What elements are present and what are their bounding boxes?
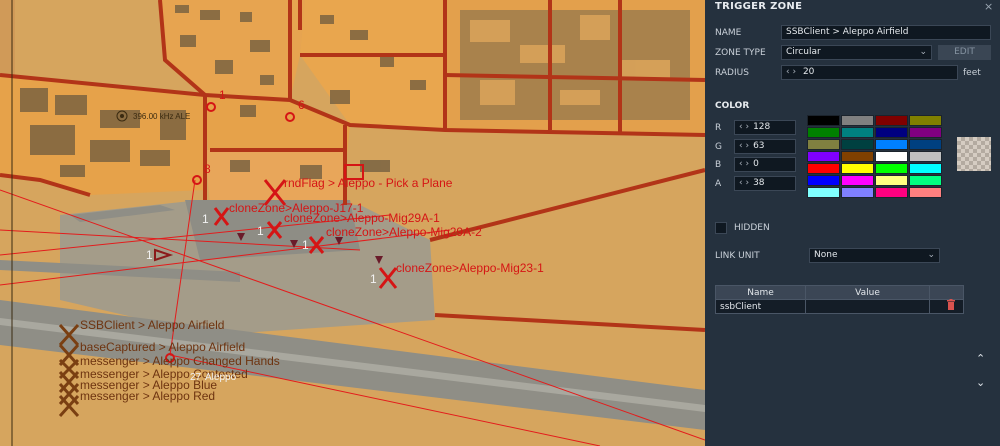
color-swatch[interactable] bbox=[841, 163, 874, 174]
aircraft-count: 1 bbox=[302, 238, 309, 252]
row-value-cell[interactable] bbox=[805, 299, 930, 314]
radius-unit: feet bbox=[963, 68, 981, 78]
chevron-down-icon: ⌄ bbox=[919, 47, 927, 57]
color-swatch[interactable] bbox=[909, 127, 942, 138]
color-swatch[interactable] bbox=[841, 151, 874, 162]
col-header-value: Value bbox=[805, 285, 930, 300]
color-swatch[interactable] bbox=[909, 151, 942, 162]
color-swatch[interactable] bbox=[875, 139, 908, 150]
zone-label-msg-changed[interactable]: messenger > Aleppo Changed Hands bbox=[80, 354, 280, 368]
color-swatch[interactable] bbox=[909, 187, 942, 198]
row-name-cell[interactable]: ssbClient bbox=[715, 299, 806, 314]
color-swatch[interactable] bbox=[807, 175, 840, 186]
col-header-actions bbox=[929, 285, 964, 300]
aircraft-count: 1 bbox=[257, 224, 264, 238]
zone-type-value: Circular bbox=[786, 47, 821, 57]
color-swatch[interactable] bbox=[875, 151, 908, 162]
trash-icon[interactable] bbox=[946, 299, 956, 310]
chevron-down-icon: ⌄ bbox=[927, 250, 935, 260]
color-swatch[interactable] bbox=[841, 115, 874, 126]
color-preview-fill bbox=[957, 137, 991, 171]
table-row[interactable]: ssbClient bbox=[715, 299, 964, 314]
zone-label-rnd-flag[interactable]: rndFlag > Aleppo - Pick a Plane bbox=[284, 176, 452, 190]
color-swatch[interactable] bbox=[875, 163, 908, 174]
zone-label-clone-mig29a2[interactable]: cloneZone>Aleppo-Mig29A-2 bbox=[326, 225, 482, 239]
color-swatch[interactable] bbox=[807, 115, 840, 126]
zone-number-8: 8 bbox=[204, 162, 211, 176]
hidden-label: HIDDEN bbox=[734, 223, 770, 233]
zone-label-ssb-client[interactable]: SSBClient > Aleppo Airfield bbox=[80, 318, 224, 332]
zone-label-clone-mig29a1[interactable]: cloneZone>Aleppo-Mig29A-1 bbox=[284, 211, 440, 225]
color-swatch[interactable] bbox=[909, 163, 942, 174]
link-unit-select[interactable]: None ⌄ bbox=[809, 248, 940, 263]
color-swatch[interactable] bbox=[875, 175, 908, 186]
col-header-name: Name bbox=[715, 285, 806, 300]
color-swatch[interactable] bbox=[841, 139, 874, 150]
nav-beacon-label: 396.00 kHz ALE bbox=[133, 112, 191, 121]
chevron-down-icon[interactable]: ⌄ bbox=[976, 376, 985, 389]
a-label: A bbox=[715, 179, 722, 189]
aircraft-count: 1 bbox=[370, 272, 377, 286]
color-swatch[interactable] bbox=[807, 139, 840, 150]
color-swatch[interactable] bbox=[875, 187, 908, 198]
r-label: R bbox=[715, 123, 722, 133]
color-swatch[interactable] bbox=[875, 115, 908, 126]
g-field[interactable]: ‹ › 63 bbox=[734, 139, 796, 154]
color-swatch[interactable] bbox=[807, 163, 840, 174]
color-swatch[interactable] bbox=[807, 187, 840, 198]
stepper-arrows-icon[interactable]: ‹ › bbox=[786, 67, 796, 77]
hidden-checkbox[interactable] bbox=[715, 222, 727, 234]
name-label: NAME bbox=[715, 28, 742, 38]
color-swatch[interactable] bbox=[841, 175, 874, 186]
link-unit-value: None bbox=[814, 250, 838, 260]
runway-heading-label: 27 bbox=[190, 372, 202, 383]
edit-button[interactable]: EDIT bbox=[938, 45, 991, 60]
link-unit-label: LINK UNIT bbox=[715, 251, 760, 261]
name-field[interactable]: SSBClient > Aleppo Airfield bbox=[781, 25, 991, 40]
b-value: 0 bbox=[753, 159, 759, 169]
close-icon[interactable]: × bbox=[984, 0, 993, 13]
r-field[interactable]: ‹ › 128 bbox=[734, 120, 796, 135]
color-swatch[interactable] bbox=[841, 187, 874, 198]
r-value: 128 bbox=[753, 122, 771, 132]
airfield-name-label: Aleppo bbox=[205, 372, 237, 383]
color-swatch[interactable] bbox=[909, 175, 942, 186]
color-heading: COLOR bbox=[715, 101, 750, 111]
color-preview-swatch bbox=[957, 137, 991, 171]
zone-number-1: 1 bbox=[219, 88, 226, 102]
trigger-zone-panel: TRIGGER ZONE × NAME SSBClient > Aleppo A… bbox=[705, 0, 1000, 446]
b-label: B bbox=[715, 160, 722, 170]
zone-label-base-captured[interactable]: baseCaptured > Aleppo Airfield bbox=[80, 340, 245, 354]
chevron-up-icon[interactable]: ⌃ bbox=[976, 352, 985, 365]
color-swatch[interactable] bbox=[841, 127, 874, 138]
zone-label-msg-red[interactable]: messenger > Aleppo Red bbox=[80, 389, 215, 403]
color-swatch[interactable] bbox=[875, 127, 908, 138]
color-swatch[interactable] bbox=[909, 115, 942, 126]
g-value: 63 bbox=[753, 141, 765, 151]
radius-label: RADIUS bbox=[715, 68, 749, 78]
zone-type-label: ZONE TYPE bbox=[715, 48, 766, 58]
color-swatch[interactable] bbox=[807, 127, 840, 138]
radius-value: 20 bbox=[802, 67, 815, 77]
color-swatch[interactable] bbox=[807, 151, 840, 162]
panel-title: TRIGGER ZONE bbox=[715, 1, 803, 12]
color-swatch[interactable] bbox=[909, 139, 942, 150]
properties-table: Name Value ssbClient bbox=[715, 285, 964, 314]
a-value: 38 bbox=[753, 178, 765, 188]
b-field[interactable]: ‹ › 0 bbox=[734, 157, 796, 172]
zone-label-clone-mig23[interactable]: cloneZone>Aleppo-Mig23-1 bbox=[396, 261, 544, 275]
g-label: G bbox=[715, 142, 722, 152]
a-field[interactable]: ‹ › 38 bbox=[734, 176, 796, 191]
aircraft-count: 1 bbox=[146, 248, 153, 262]
zone-number-6: 6 bbox=[298, 98, 305, 112]
aircraft-count: 1 bbox=[202, 212, 209, 226]
radius-field[interactable]: ‹ › 20 bbox=[781, 65, 958, 80]
zone-type-select[interactable]: Circular ⌄ bbox=[781, 45, 932, 60]
mission-map[interactable]: 396.00 kHz ALE 1 6 8 rndFlag > Aleppo - … bbox=[0, 0, 705, 446]
